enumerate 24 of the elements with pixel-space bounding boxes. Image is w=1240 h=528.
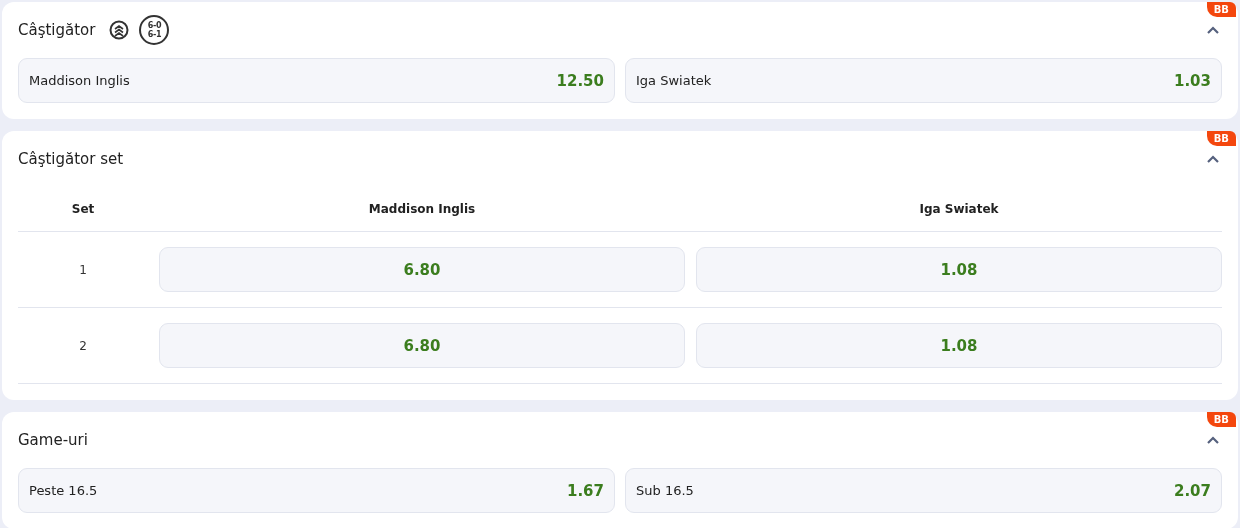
bet-builder-badge: BB xyxy=(1206,412,1236,427)
odds-button[interactable]: 1.08 xyxy=(696,247,1222,292)
odds-button[interactable]: 6.80 xyxy=(159,323,685,368)
chevron-icon[interactable] xyxy=(1206,435,1220,445)
odds-button[interactable]: 6.80 xyxy=(159,247,685,292)
odds-button[interactable]: Maddison Inglis 12.50 xyxy=(18,58,615,103)
market-title: Câştigător set xyxy=(18,150,124,168)
chevron-icon[interactable] xyxy=(1206,25,1220,35)
set-number: 2 xyxy=(78,338,88,353)
column-header: Iga Swiatek xyxy=(918,202,1000,216)
odds-button[interactable]: Iga Swiatek 1.03 xyxy=(625,58,1222,103)
market-title: Câştigător xyxy=(18,21,96,39)
bet-builder-badge: BB xyxy=(1206,2,1236,17)
column-header: Set xyxy=(70,202,96,216)
boost-icon xyxy=(109,20,130,40)
column-header: Maddison Inglis xyxy=(367,202,477,216)
set-number: 1 xyxy=(78,262,88,277)
bet-builder-badge: BB xyxy=(1206,131,1236,146)
market-title: Game-uri xyxy=(18,431,88,449)
odds-button[interactable]: 1.08 xyxy=(696,323,1222,368)
chevron-icon[interactable] xyxy=(1206,154,1220,164)
odds-button[interactable]: Peste 16.5 1.67 xyxy=(18,468,615,513)
score-icon: 6-0 6-1 xyxy=(139,15,170,45)
odds-button[interactable]: Sub 16.5 2.07 xyxy=(625,468,1222,513)
